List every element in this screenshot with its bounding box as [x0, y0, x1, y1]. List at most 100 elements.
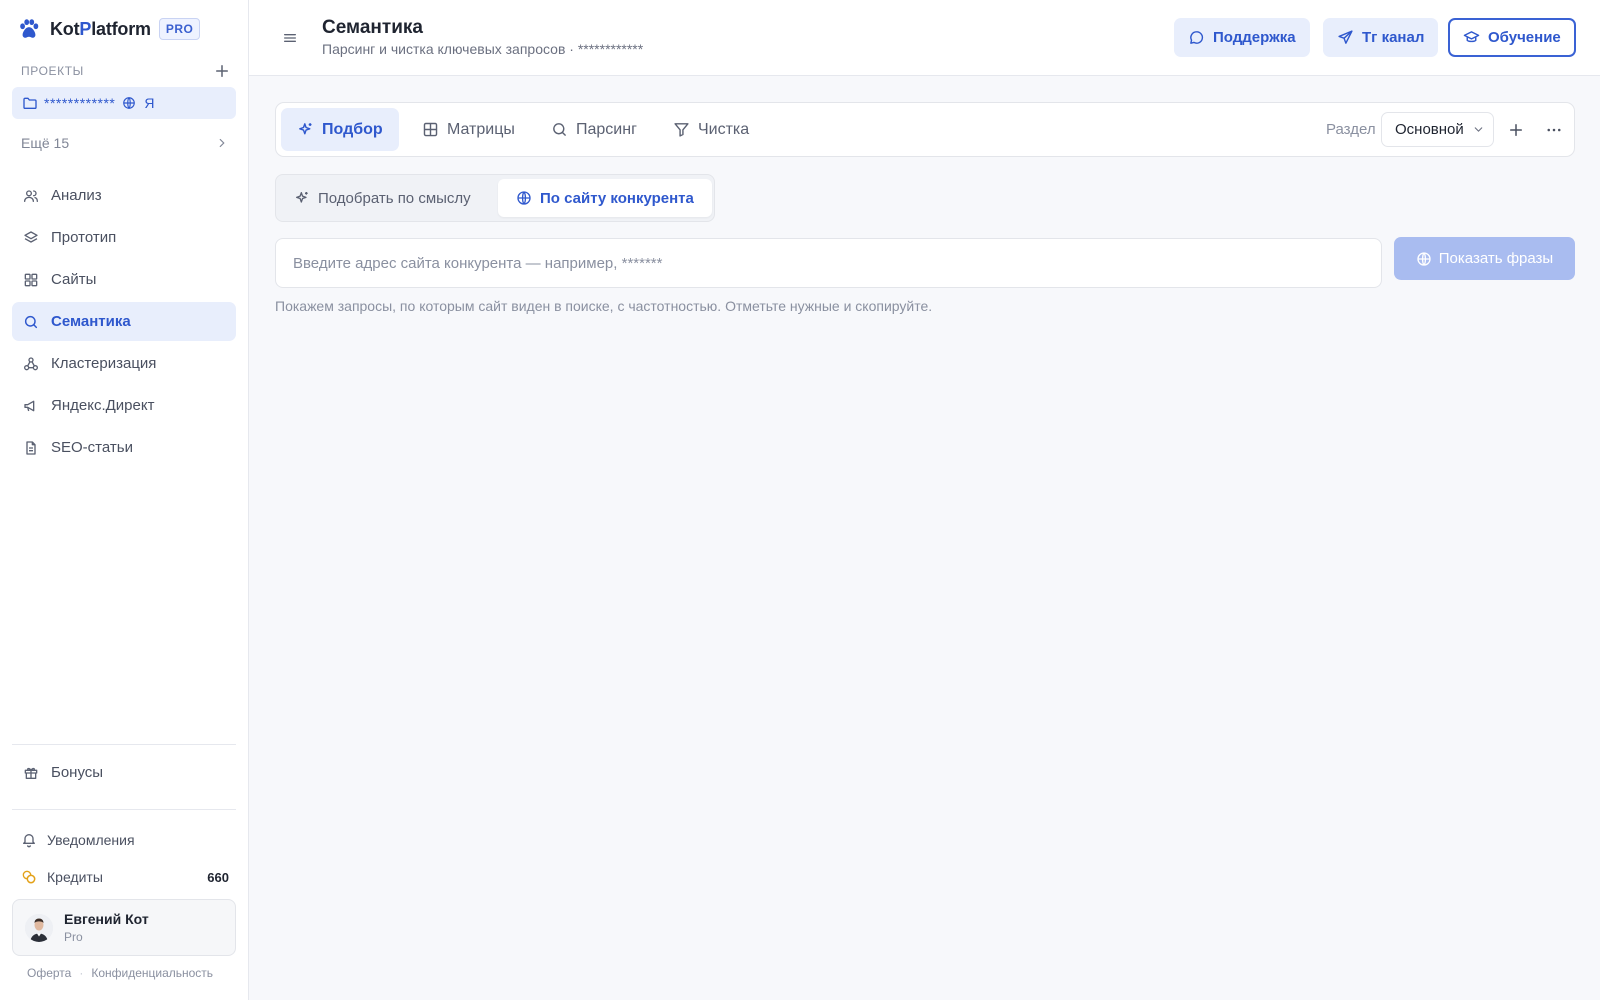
megaphone-icon: [24, 400, 35, 411]
sidebar: KotPlatform PRO ПРОЕКТЫ ************ Я Е…: [0, 0, 249, 1000]
chat-icon: [1190, 31, 1204, 44]
folder-icon: [23, 97, 37, 109]
page-subtitle: Парсинг и чистка ключевых запросов · ***…: [322, 41, 644, 57]
nav-item-label: Прототип: [51, 229, 117, 246]
projects-header-label: ПРОЕКТЫ: [21, 64, 84, 78]
sidebar-divider: [12, 809, 236, 810]
notifications-label: Уведомления: [47, 832, 135, 848]
nav-item-label: Яндекс.Директ: [51, 397, 155, 414]
search-icon: [24, 315, 38, 328]
nav-item-label: Семантика: [51, 313, 131, 330]
offer-link[interactable]: Оферта: [27, 966, 71, 980]
globe-icon: [517, 191, 531, 205]
section-select[interactable]: Основной: [1381, 112, 1494, 147]
nav-item-label: Бонусы: [51, 764, 104, 781]
subtab-by-meaning[interactable]: Подобрать по смыслу: [276, 179, 489, 217]
add-project-icon[interactable]: [213, 62, 231, 80]
logo[interactable]: KotPlatform PRO: [18, 17, 201, 41]
sparkles-icon: [299, 123, 312, 135]
filter-icon: [674, 123, 689, 137]
user-plan: Pro: [64, 930, 83, 944]
document-icon: [26, 440, 36, 455]
search-hint: Покажем запросы, по которым сайт виден в…: [275, 298, 933, 314]
show-phrases-label: Показать фразы: [1438, 250, 1554, 267]
user-name: Евгений Кот: [64, 911, 149, 927]
page-title: Семантика: [322, 17, 423, 38]
send-icon: [1338, 30, 1353, 44]
nav-item-analysis[interactable]: Анализ: [12, 176, 236, 215]
sidebar-divider: [12, 744, 236, 745]
telegram-button[interactable]: Tг канал: [1323, 18, 1439, 57]
table-icon: [423, 122, 438, 137]
tab-label: Подбор: [322, 120, 383, 138]
grid-icon: [24, 273, 38, 286]
legal-separator: ·: [79, 966, 84, 980]
notifications-item[interactable]: Уведомления: [21, 829, 229, 851]
subtab-label: По сайту конкурента: [540, 189, 694, 207]
tab-parsing[interactable]: Парсинг: [535, 108, 653, 151]
section-select-value: Основной: [1395, 121, 1464, 138]
coins-icon: [22, 870, 36, 884]
main-nav: Анализ Прототип Сайты Семантика Кластери…: [12, 176, 236, 470]
globe-icon: [123, 97, 136, 109]
project-item[interactable]: ************ Я: [12, 87, 236, 119]
more-options-icon[interactable]: [1545, 121, 1563, 139]
logo-text: KotPlatform: [50, 18, 151, 39]
nav-item-label: Сайты: [51, 271, 97, 288]
credits-item[interactable]: Кредиты 660: [21, 866, 229, 888]
nav-item-prototype[interactable]: Прототип: [12, 218, 236, 257]
section-label: Раздел: [1326, 121, 1376, 138]
credits-label: Кредиты: [47, 869, 103, 885]
support-button[interactable]: Поддержка: [1174, 18, 1310, 57]
subtab-by-competitor[interactable]: По сайту конкурента: [498, 179, 712, 217]
nav-item-bonuses[interactable]: Бонусы: [12, 753, 236, 792]
nav-item-clustering[interactable]: Кластеризация: [12, 344, 236, 383]
chevron-right-icon: [219, 138, 225, 148]
nav-item-label: Анализ: [51, 187, 102, 204]
credits-value: 660: [207, 869, 229, 885]
user-info: Евгений Кот Pro: [64, 911, 149, 944]
bell-icon: [23, 834, 35, 848]
search-icon: [553, 123, 566, 136]
nav-item-sites[interactable]: Сайты: [12, 260, 236, 299]
privacy-link[interactable]: Конфиденциальность: [91, 966, 213, 980]
menu-icon[interactable]: [282, 30, 298, 46]
competitor-url-input[interactable]: [275, 238, 1382, 288]
more-projects[interactable]: Ещё 15: [21, 131, 229, 155]
sparkles-icon: [296, 192, 308, 203]
tab-label: Матрицы: [447, 120, 515, 138]
tab-bar: Подбор Матрицы Парсинг Чистка Раздел Осн…: [275, 102, 1575, 157]
nav-item-label: Кластеризация: [51, 355, 157, 372]
nav-item-seo-articles[interactable]: SEO-статьи: [12, 428, 236, 467]
page-header: Семантика Парсинг и чистка ключевых запр…: [249, 0, 1600, 76]
subtab-label: Подобрать по смыслу: [318, 189, 471, 207]
tab-selection[interactable]: Подбор: [281, 108, 399, 151]
graduation-cap-icon: [1463, 31, 1480, 43]
mode-switch: Подобрать по смыслу По сайту конкурента: [275, 174, 715, 222]
legal-links: Оферта · Конфиденциальность: [27, 966, 213, 980]
show-phrases-button[interactable]: Показать фразы: [1394, 237, 1575, 280]
paw-icon: [20, 19, 39, 38]
gift-icon: [24, 767, 38, 779]
nav-item-yandex-direct[interactable]: Яндекс.Директ: [12, 386, 236, 425]
tab-matrices[interactable]: Матрицы: [406, 108, 531, 151]
support-button-label: Поддержка: [1213, 29, 1296, 46]
projects-header: ПРОЕКТЫ: [21, 61, 231, 81]
search-engine-letter: Я: [144, 95, 155, 111]
nav-item-label: SEO-статьи: [51, 439, 133, 456]
avatar: [25, 913, 53, 942]
tab-label: Парсинг: [576, 120, 637, 138]
learning-button[interactable]: Обучение: [1448, 18, 1576, 57]
telegram-button-label: Tг канал: [1362, 29, 1425, 46]
nav-item-semantics[interactable]: Семантика: [12, 302, 236, 341]
globe-icon: [1417, 251, 1431, 266]
layers-icon: [24, 230, 38, 243]
user-card[interactable]: Евгений Кот Pro: [12, 899, 236, 956]
more-projects-label: Ещё 15: [21, 135, 70, 151]
project-name: ************: [44, 95, 116, 111]
pro-badge: PRO: [158, 18, 201, 40]
users-icon: [24, 189, 38, 202]
bonus-item-wrapper: Бонусы: [12, 753, 236, 795]
tab-cleaning[interactable]: Чистка: [657, 108, 765, 151]
add-section-icon[interactable]: [1507, 121, 1525, 139]
